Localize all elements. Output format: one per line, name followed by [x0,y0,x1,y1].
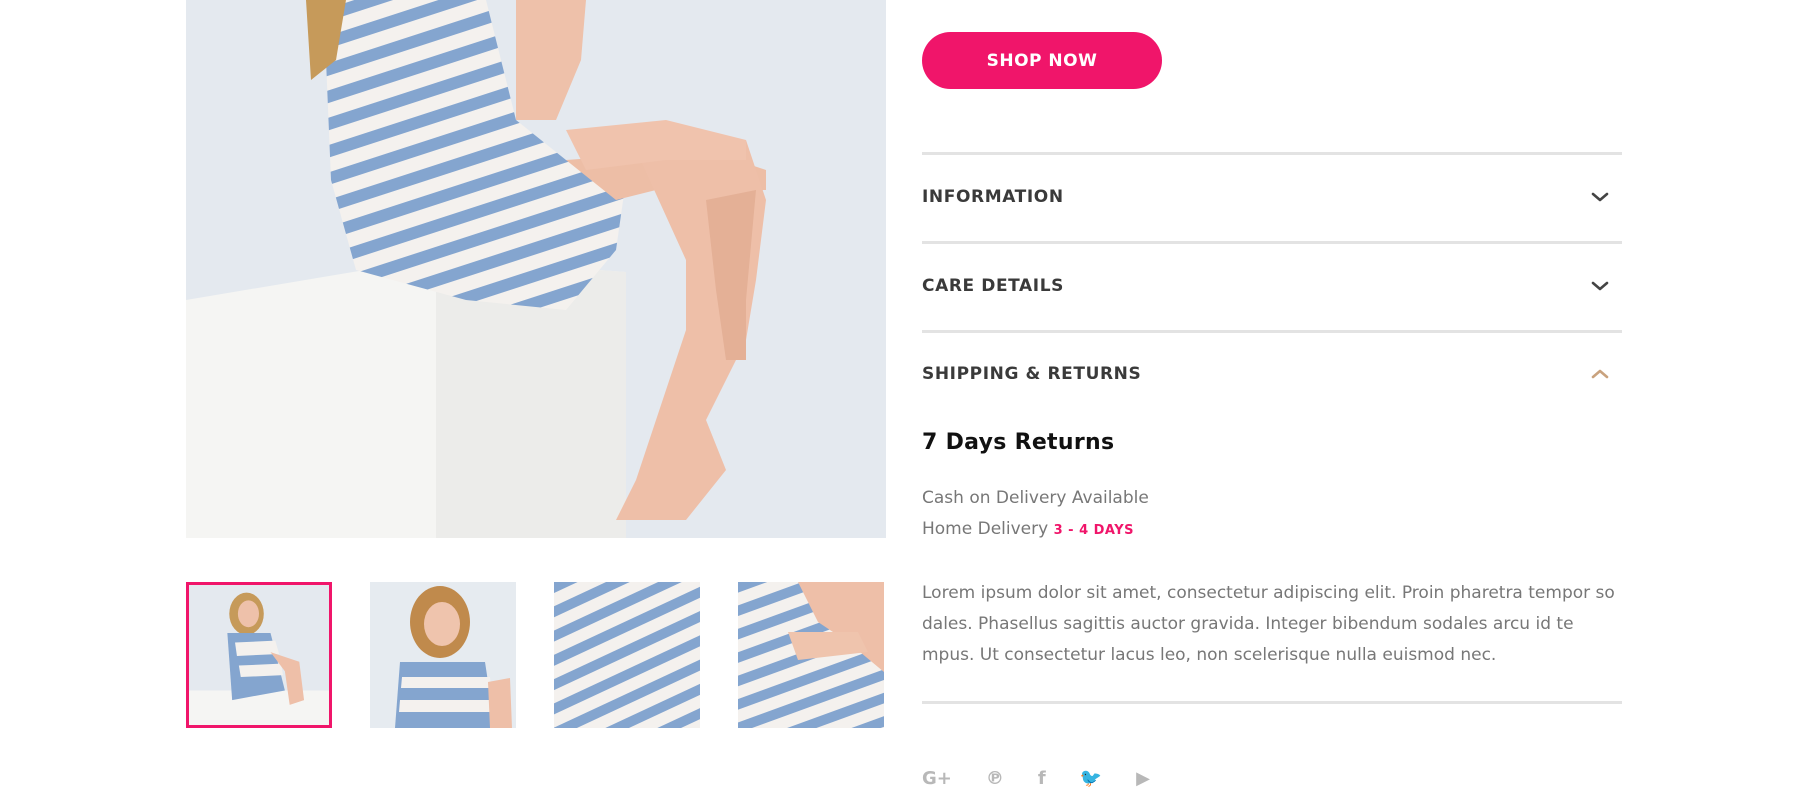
thumbnail-1[interactable] [186,582,332,728]
google-plus-icon[interactable]: G+ [922,768,952,789]
accordion-information[interactable]: INFORMATION [922,177,1622,217]
delivery-days: 3 - 4 DAYS [1053,523,1135,538]
divider [922,241,1622,244]
thumbnail-4[interactable] [738,582,884,728]
home-delivery-label: Home Delivery [922,519,1049,539]
pinterest-icon[interactable]: ℗ [986,768,1004,789]
chevron-down-icon [1591,281,1609,291]
accordion-shipping-returns[interactable]: SHIPPING & RETURNS [922,354,1622,394]
accordion-title: SHIPPING & RETURNS [922,364,1142,384]
facebook-icon[interactable]: f [1038,768,1046,789]
shop-now-button[interactable]: SHOP NOW [922,32,1162,89]
divider [922,330,1622,333]
cod-text: Cash on Delivery Available [922,488,1149,508]
chevron-down-icon [1591,192,1609,202]
shipping-description: Lorem ipsum dolor sit amet, consectetur … [922,583,1615,665]
chevron-up-icon [1591,369,1609,379]
home-delivery-line: Home Delivery 3 - 4 DAYS [922,519,1134,539]
thumbnail-strip [186,582,886,728]
accordion-care-details[interactable]: CARE DETAILS [922,266,1622,306]
social-links: G+ ℗ f 🐦 ▶ [922,768,1150,789]
divider [922,152,1622,155]
youtube-icon[interactable]: ▶ [1136,768,1150,789]
shipping-heading: 7 Days Returns [922,430,1115,455]
accordion-title: CARE DETAILS [922,276,1065,296]
twitter-icon[interactable]: 🐦 [1080,768,1102,789]
accordion-title: INFORMATION [922,187,1064,207]
thumbnail-2[interactable] [370,582,516,728]
product-main-image [186,0,886,538]
divider [922,701,1622,704]
thumbnail-3[interactable] [554,582,700,728]
